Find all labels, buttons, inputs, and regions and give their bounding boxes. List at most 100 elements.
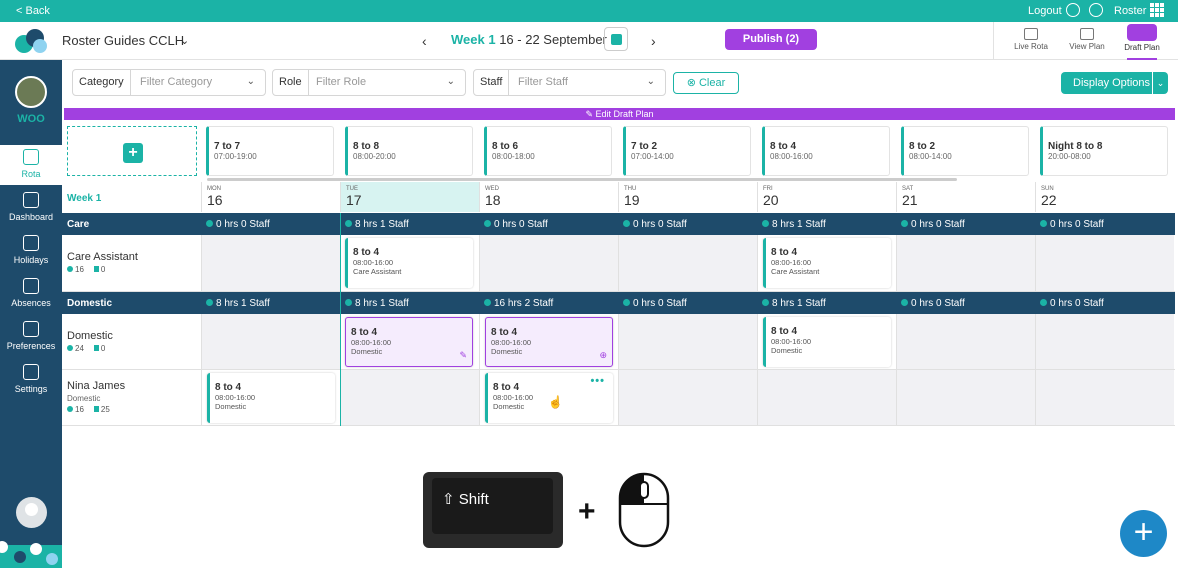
clear-button[interactable]: ⊗ Clear xyxy=(673,72,739,94)
org-avatar[interactable] xyxy=(15,76,47,108)
sidebar: WOO Rota Dashboard Holidays Absences Pre… xyxy=(0,60,62,568)
draft-shift-card[interactable]: 8 to 4 08:00-16:00 Domestic ✎ xyxy=(345,317,473,367)
dashboard-icon xyxy=(23,192,39,208)
draft-shift-card[interactable]: 8 to 4 08:00-16:00 Domestic ⊕ xyxy=(485,317,613,367)
sidebar-item-preferences[interactable]: Preferences xyxy=(0,317,62,357)
role-filter[interactable]: Role Filter Role ⌄ xyxy=(272,69,466,96)
today-column-line xyxy=(340,213,341,426)
day-cell[interactable] xyxy=(1035,314,1174,369)
edit-draft-plan-bar[interactable]: ✎ Edit Draft Plan xyxy=(64,108,1175,120)
day-cell[interactable] xyxy=(618,370,757,425)
template-card[interactable]: 8 to 2 08:00-14:00 xyxy=(901,126,1029,176)
day-cell[interactable] xyxy=(479,235,618,291)
day-header: THU 19 xyxy=(618,182,757,212)
day-header: MON 16 xyxy=(201,182,340,212)
day-cell[interactable] xyxy=(896,235,1035,291)
add-template-button[interactable]: + xyxy=(67,126,197,176)
tab-live-rota[interactable]: Live Rota xyxy=(1006,22,1056,60)
calendar-icon xyxy=(23,149,39,165)
group-summary: 8 hrs 1 Staff xyxy=(206,298,270,309)
shift-card[interactable]: 8 to 4 08:00-16:00 Care Assistant xyxy=(763,238,891,288)
group-summary: 0 hrs 0 Staff xyxy=(1040,298,1104,309)
sidebar-item-settings[interactable]: Settings xyxy=(0,360,62,400)
template-card[interactable]: Night 8 to 8 20:00-08:00 xyxy=(1040,126,1168,176)
sidebar-item-rota[interactable]: Rota xyxy=(0,145,62,185)
publish-button[interactable]: Publish (2) xyxy=(725,29,817,50)
shift-templates: + 7 to 7 07:00-19:00 8 to 8 08:00-20:00 8 … xyxy=(64,120,1175,182)
shift-card[interactable]: 8 to 4 08:00-16:00 Domestic xyxy=(207,373,335,423)
add-fab-button[interactable]: + xyxy=(1120,510,1167,557)
day-header: FRI 20 xyxy=(757,182,896,212)
day-header: SUN 22 xyxy=(1035,182,1174,212)
day-cell[interactable] xyxy=(201,314,340,369)
category-filter[interactable]: Category Filter Category ⌄ xyxy=(72,69,266,96)
mouse-icon xyxy=(618,472,670,548)
day-cell[interactable] xyxy=(1035,370,1174,425)
holiday-icon xyxy=(23,235,39,251)
template-card[interactable]: 8 to 4 08:00-16:00 xyxy=(762,126,890,176)
date-range: 16 - 22 September xyxy=(499,32,607,47)
group-header-care[interactable]: Care 0 hrs 0 Staff 8 hrs 1 Staff 0 hrs 0… xyxy=(62,213,1175,235)
staff-filter[interactable]: Staff Filter Staff ⌄ xyxy=(473,69,666,96)
day-cell[interactable] xyxy=(618,314,757,369)
roster-link[interactable]: Roster xyxy=(1114,5,1146,17)
pencil-icon[interactable]: ✎ xyxy=(459,350,467,361)
prev-week-icon[interactable]: ‹ xyxy=(422,33,427,49)
table-row: Care Assistant 16 0 xyxy=(62,235,1175,292)
user-settings-icon xyxy=(23,321,39,337)
day-cell[interactable] xyxy=(896,314,1035,369)
gear-icon[interactable] xyxy=(1089,3,1103,17)
day-cell[interactable] xyxy=(1035,235,1174,291)
shift-card[interactable]: 8 to 4 08:00-16:00 Care Assistant xyxy=(345,238,473,288)
week-title: Week 1 xyxy=(67,193,102,204)
pencil-icon xyxy=(1127,24,1157,41)
calendar-icon xyxy=(611,34,622,45)
group-header-domestic[interactable]: Domestic 8 hrs 1 Staff 8 hrs 1 Staff 16 … xyxy=(62,292,1175,314)
tab-draft-plan[interactable]: Draft Plan xyxy=(1117,22,1167,60)
back-link[interactable]: < Back xyxy=(16,5,50,17)
group-summary: 0 hrs 0 Staff xyxy=(1040,219,1104,230)
template-card[interactable]: 8 to 6 08:00-18:00 xyxy=(484,126,612,176)
row-label: Domestic 24 0 xyxy=(67,330,113,353)
group-summary: 0 hrs 0 Staff xyxy=(901,298,965,309)
group-summary: 0 hrs 0 Staff xyxy=(901,219,965,230)
day-cell[interactable] xyxy=(757,370,896,425)
day-cell[interactable] xyxy=(896,370,1035,425)
group-summary: 8 hrs 1 Staff xyxy=(345,298,409,309)
next-week-icon[interactable]: › xyxy=(651,33,656,49)
day-cell[interactable] xyxy=(201,235,340,291)
chevron-down-icon[interactable]: ⌄ xyxy=(1152,72,1168,94)
group-summary: 0 hrs 0 Staff xyxy=(484,219,548,230)
group-summary: 0 hrs 0 Staff xyxy=(206,219,270,230)
plus-icon: + xyxy=(123,143,143,163)
shift-card[interactable]: 8 to 4 08:00-16:00 Domestic xyxy=(763,317,891,367)
template-card[interactable]: 8 to 8 08:00-20:00 xyxy=(345,126,473,176)
chevron-down-icon[interactable]: ⌄ xyxy=(180,34,189,47)
sidebar-item-holidays[interactable]: Holidays xyxy=(0,231,62,271)
day-cell[interactable] xyxy=(618,235,757,291)
sidebar-item-dashboard[interactable]: Dashboard xyxy=(0,188,62,228)
day-cell[interactable] xyxy=(340,370,479,425)
shift-key-overlay: ⇧ Shift xyxy=(423,472,563,548)
group-summary: 16 hrs 2 Staff xyxy=(484,298,553,309)
tab-view-plan[interactable]: View Plan xyxy=(1062,22,1112,60)
plus-sign: + xyxy=(578,495,596,528)
template-card[interactable]: 7 to 2 07:00-14:00 xyxy=(623,126,751,176)
logout-icon[interactable] xyxy=(1066,3,1080,17)
apps-grid-icon[interactable] xyxy=(1150,3,1164,17)
role-placeholder: Filter Role xyxy=(316,76,367,88)
template-card[interactable]: 7 to 7 07:00-19:00 xyxy=(206,126,334,176)
calendar-button[interactable] xyxy=(604,27,628,51)
logout-link[interactable]: Logout xyxy=(1028,5,1062,17)
templates-scrollbar[interactable] xyxy=(207,178,957,181)
sidebar-item-absences[interactable]: Absences xyxy=(0,274,62,314)
add-circle-icon[interactable]: ⊕ xyxy=(599,350,607,361)
category-label: Category xyxy=(73,70,131,95)
more-options-icon[interactable]: ••• xyxy=(590,375,605,387)
group-summary: 8 hrs 1 Staff xyxy=(762,298,826,309)
org-name[interactable]: Roster Guides CCLH xyxy=(62,33,184,48)
row-label: Care Assistant 16 0 xyxy=(67,251,138,274)
group-summary: 8 hrs 1 Staff xyxy=(345,219,409,230)
user-avatar[interactable] xyxy=(16,497,47,528)
display-options-button[interactable]: ⌄ Display Options xyxy=(1061,72,1168,94)
